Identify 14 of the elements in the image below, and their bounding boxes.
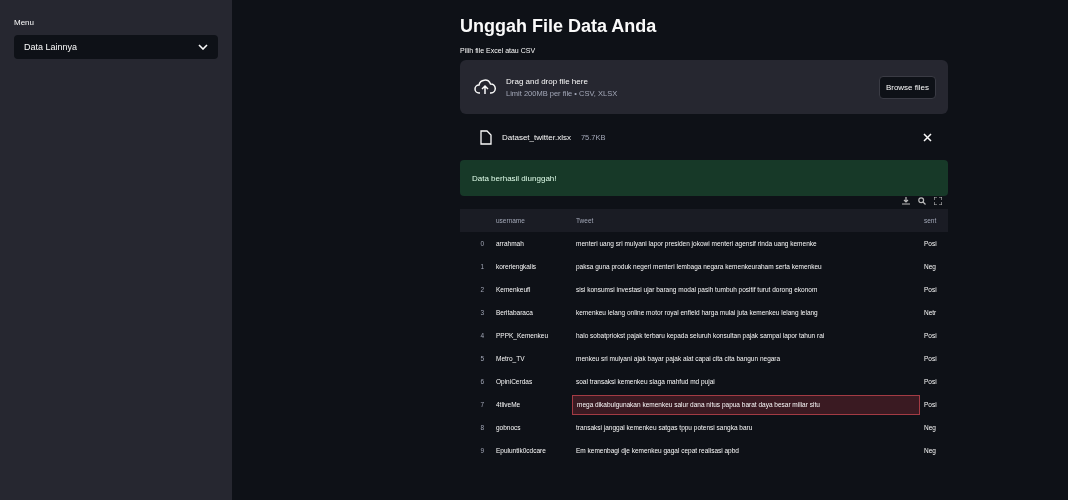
browse-files-button[interactable]: Browse files [878, 75, 936, 99]
close-icon[interactable] [923, 132, 932, 142]
file-icon [480, 129, 492, 145]
menu-select[interactable]: Data Lainnya [14, 35, 218, 59]
cloud-upload-icon [474, 79, 496, 95]
menu-label: Menu [14, 18, 35, 27]
search-icon[interactable] [918, 197, 926, 205]
download-icon[interactable] [902, 197, 910, 205]
fullscreen-icon[interactable] [934, 197, 942, 205]
alert-text: Data berhasil diunggah! [472, 173, 557, 183]
file-name: Dataset_twitter.xlsx [502, 132, 571, 142]
dropzone-text: Drag and drop file here [506, 76, 589, 86]
chevron-down-icon [198, 44, 208, 50]
page-title: Unggah File Data Anda [460, 16, 658, 37]
